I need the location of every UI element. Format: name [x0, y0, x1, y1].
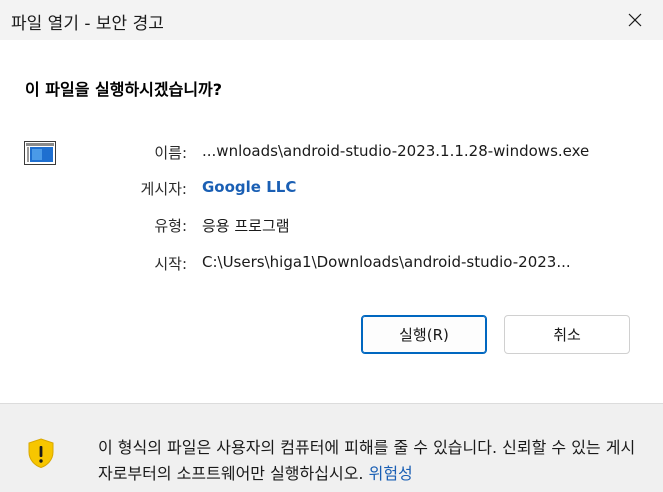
warning-message: 이 형식의 파일은 사용자의 컴퓨터에 피해를 줄 수 있습니다. 신뢰할 수 … [98, 435, 638, 487]
title-bar[interactable]: 파일 열기 - 보안 경고 [0, 0, 663, 40]
name-value: ...wnloads\android-studio-2023.1.1.28-wi… [202, 142, 590, 160]
dialog-content: 이 파일을 실행하시겠습니까? 이름: ...wnloads\android-s… [0, 40, 663, 403]
shield-warning-icon [28, 438, 54, 469]
publisher-label: 게시자: [140, 180, 187, 198]
from-value: C:\Users\higa1\Downloads\android-studio-… [202, 253, 571, 271]
close-icon [628, 13, 642, 27]
application-window-icon [24, 141, 56, 165]
run-question-heading: 이 파일을 실행하시겠습니까? [25, 80, 223, 99]
close-button[interactable] [607, 0, 663, 40]
type-label: 유형: [154, 217, 187, 235]
window-title: 파일 열기 - 보안 경고 [11, 14, 164, 34]
security-warning-dialog: 파일 열기 - 보안 경고 이 파일을 실행하시겠습니까? 이름: ...wnl… [0, 0, 663, 492]
from-label: 시작: [154, 255, 187, 273]
type-value: 응용 프로그램 [202, 217, 290, 235]
risk-link[interactable]: 위험성 [369, 464, 413, 483]
cancel-button[interactable]: 취소 [504, 315, 630, 354]
warning-text: 이 형식의 파일은 사용자의 컴퓨터에 피해를 줄 수 있습니다. 신뢰할 수 … [98, 438, 636, 483]
run-button[interactable]: 실행(R) [361, 315, 487, 354]
separator [0, 403, 663, 404]
publisher-link[interactable]: Google LLC [202, 178, 296, 196]
name-label: 이름: [154, 144, 187, 162]
